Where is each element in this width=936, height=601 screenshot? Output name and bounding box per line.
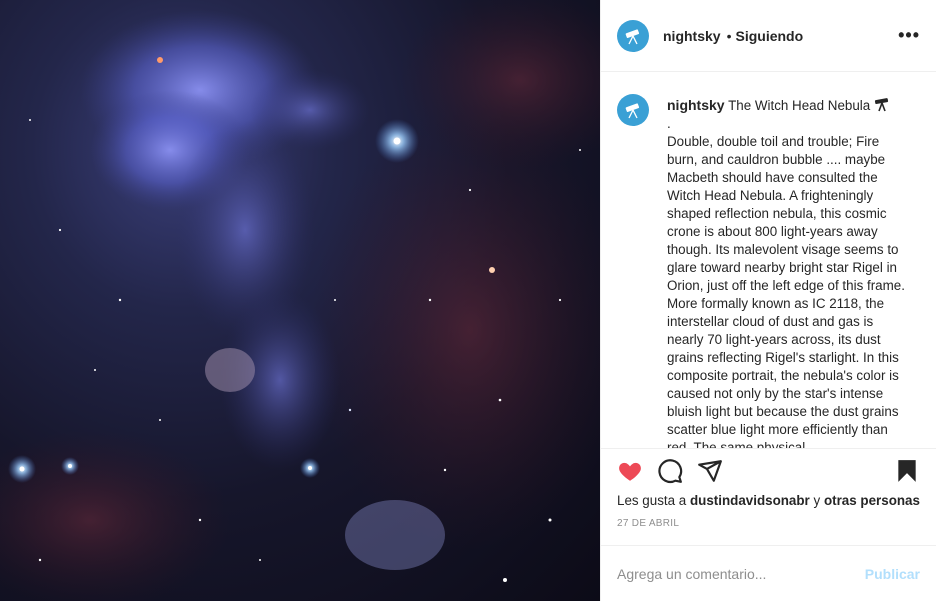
comments-area[interactable]: nightsky The Witch Head Nebula . Double,… — [601, 72, 936, 448]
telescope-icon — [625, 103, 640, 119]
share-icon[interactable] — [697, 458, 723, 484]
post-date[interactable]: 27 DE ABRIL — [601, 510, 936, 545]
likes-prefix: Les gusta a — [617, 493, 687, 508]
follow-status-button[interactable]: Siguiendo — [735, 28, 803, 44]
caption-avatar[interactable] — [617, 94, 649, 126]
bookmark-icon[interactable] — [894, 458, 920, 484]
caption-separator: . — [667, 116, 671, 131]
author-avatar[interactable] — [617, 19, 649, 52]
comment-input[interactable] — [617, 565, 865, 582]
likes-conjunction: y — [813, 493, 821, 508]
action-bar — [601, 448, 936, 492]
post-header: nightsky • Siguiendo ••• — [601, 0, 936, 72]
separator-dot: • — [726, 27, 732, 44]
caption-title: The Witch Head Nebula — [728, 98, 871, 113]
likes-user-link[interactable]: dustindavidsonabr — [690, 493, 810, 508]
caption-body: nightsky The Witch Head Nebula . Double,… — [667, 96, 907, 448]
post-image[interactable] — [0, 0, 600, 601]
more-options-icon[interactable]: ••• — [898, 25, 920, 46]
post-sidebar: nightsky • Siguiendo ••• nightsky The Wi… — [600, 0, 936, 601]
telescope-icon — [625, 28, 640, 44]
telescope-icon — [874, 98, 889, 112]
nebula-image — [0, 0, 600, 601]
caption-username[interactable]: nightsky — [667, 97, 725, 113]
likes-others-link[interactable]: otras personas — [824, 493, 920, 508]
caption-text: Double, double toil and trouble; Fire bu… — [667, 134, 905, 448]
add-comment-bar: Publicar — [601, 545, 936, 601]
heart-icon[interactable] — [617, 458, 643, 484]
publish-button[interactable]: Publicar — [865, 566, 920, 582]
likes-summary: Les gusta a dustindavidsonabr y otras pe… — [601, 492, 936, 510]
caption: nightsky The Witch Head Nebula . Double,… — [617, 94, 920, 448]
author-username[interactable]: nightsky — [663, 28, 721, 44]
comment-icon[interactable] — [657, 458, 683, 484]
post-dialog: nightsky • Siguiendo ••• nightsky The Wi… — [0, 0, 936, 601]
